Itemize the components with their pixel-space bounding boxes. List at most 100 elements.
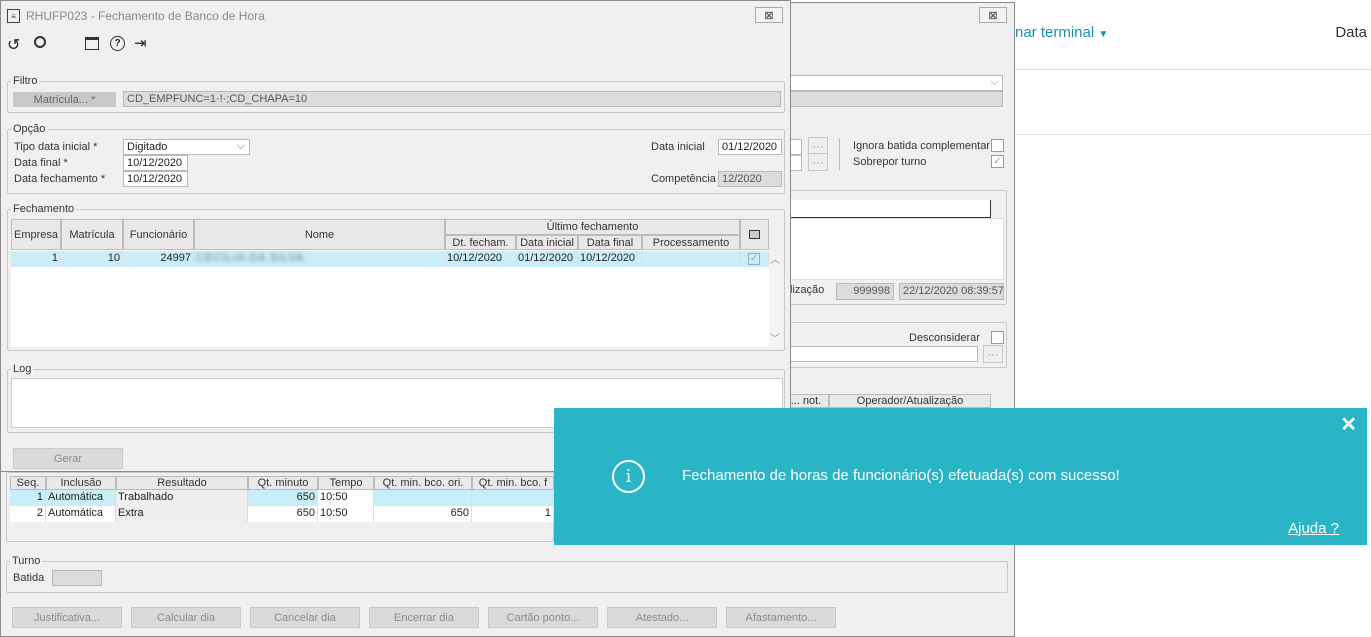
data-menu[interactable]: Data (1335, 24, 1367, 41)
nome-value: CECÍLIA DA SILVA (196, 252, 305, 264)
inclusao-header: Inclusão (46, 476, 116, 490)
cell-funcionario: 24997 (123, 251, 194, 267)
qt-min-bco-ori-header: Qt. min. bco. ori. (374, 476, 472, 490)
tipo-data-value: Digitado (127, 141, 168, 153)
title-bar: ≡ RHUFP023 - Fechamento de Banco de Hora (1, 1, 790, 31)
square-icon (749, 230, 760, 239)
ultimo-fechamento-header: Último fechamento (445, 219, 740, 235)
success-toast: ✕ i Fechamento de horas de funcionário(s… (554, 408, 1367, 545)
encerrar-dia-button[interactable]: Encerrar dia (369, 607, 479, 628)
seq-header: Seq. (10, 476, 46, 490)
close-icon[interactable]: ✕ (1340, 412, 1357, 437)
matricula-header: Matrícula (61, 219, 123, 250)
document-icon: ≡ (7, 9, 20, 23)
gerar-button[interactable]: Gerar (13, 448, 123, 469)
tempo-header: Tempo (318, 476, 374, 490)
bg-input (790, 91, 1003, 107)
data-final-label: Data final * (14, 157, 68, 169)
cell-checkbox[interactable]: ✓ (740, 251, 769, 267)
cell-data-final: 10/12/2020 (578, 251, 642, 267)
batida-label: Batida (13, 572, 45, 584)
data-final-field[interactable]: 10/12/2020 (123, 155, 188, 171)
cell-data-inicial: 01/12/2020 (516, 251, 578, 267)
cell: 2 (10, 506, 46, 522)
qt-minuto-header: Qt. minuto (248, 476, 318, 490)
cell: 650 (248, 506, 318, 522)
chevron-down-icon: ⌵ (990, 76, 999, 88)
cell: 10:50 (318, 506, 374, 522)
cell: 1 (472, 506, 554, 522)
desconsiderar-checkbox[interactable] (991, 331, 1004, 344)
bg-date-2[interactable] (790, 155, 802, 171)
afastamento-button[interactable]: Afastamento... (726, 607, 836, 628)
cell-empresa: 1 (11, 251, 61, 267)
competencia-label: Competência (651, 173, 716, 185)
bg-date-1[interactable] (790, 139, 802, 155)
background-close-button[interactable]: ⊠ (979, 7, 1007, 23)
divider (1015, 134, 1371, 135)
exit-icon[interactable]: ⇥ (134, 34, 147, 52)
help-link[interactable]: Ajuda ? (1288, 520, 1339, 537)
cancelar-dia-button[interactable]: Cancelar dia (250, 607, 360, 628)
cell-nome: CECÍLIA DA SILVA (194, 251, 445, 267)
window-title: RHUFP023 - Fechamento de Banco de Hora (26, 9, 265, 23)
sobrepor-checkbox[interactable]: ✓ (991, 155, 1004, 168)
cell-matricula: 10 (61, 251, 123, 267)
calendar-icon[interactable] (85, 37, 99, 50)
bg-select[interactable]: ⌵ (790, 75, 1003, 91)
bg-textarea[interactable] (790, 218, 1004, 280)
toast-message: Fechamento de horas de funcionário(s) ef… (682, 467, 1120, 484)
cell-dt-fecham: 10/12/2020 (445, 251, 516, 267)
dt-fecham-header: Dt. fecham. (445, 235, 516, 250)
data-inicial-field[interactable]: 01/12/2020 (718, 139, 782, 155)
help-icon[interactable]: ? (110, 36, 125, 51)
toolbar: ↺ ? ⇥ (7, 35, 207, 55)
data-inicial-label: Data inicial (651, 141, 705, 153)
bg-input-2[interactable] (790, 346, 978, 362)
nome-header: Nome (194, 219, 445, 250)
terminal-menu[interactable]: nar terminal ▼ (1015, 24, 1108, 41)
cell: 650 (374, 506, 472, 522)
cell: Automática (46, 490, 116, 506)
qt-min-bco-f-header: Qt. min. bco. f (472, 476, 554, 490)
check-icon: ✓ (748, 253, 760, 265)
log-legend: Log (13, 363, 32, 375)
empresa-header: Empresa (11, 219, 61, 250)
divider (839, 138, 840, 170)
info-icon: i (612, 460, 645, 493)
processamento-header: Processamento (642, 235, 740, 250)
opcao-legend: Opção (13, 123, 46, 135)
ignora-label: Ignora batida complementar (853, 140, 990, 152)
col-operador-header: Operador/Atualização (829, 394, 991, 408)
data-inicial-header: Data inicial (516, 235, 578, 250)
search-icon[interactable] (34, 36, 46, 48)
lookup-button[interactable]: ⋯ (808, 153, 828, 171)
select-all-header[interactable] (740, 219, 769, 250)
data-fechamento-label: Data fechamento * (14, 173, 106, 185)
close-button[interactable]: ⊠ (755, 7, 783, 23)
matricula-button[interactable]: Matrícula... * (13, 92, 116, 107)
funcionario-header: Funcionário (123, 219, 194, 250)
chevron-down-icon: ⌵ (236, 140, 245, 152)
tipo-data-select[interactable]: Digitado ⌵ (123, 139, 250, 155)
fechamento-legend: Fechamento (13, 203, 75, 215)
desconsiderar-label: Desconsiderar (909, 332, 980, 344)
cell: 650 (248, 490, 318, 506)
justificativa-button[interactable]: Justificativa... (12, 607, 122, 628)
cell: Extra (116, 506, 248, 522)
ignora-checkbox[interactable] (991, 139, 1004, 152)
batida-field (52, 570, 102, 586)
atestado-button[interactable]: Atestado... (607, 607, 717, 628)
lookup-button[interactable]: ⋯ (983, 345, 1003, 363)
cartao-ponto-button[interactable]: Cartão ponto... (488, 607, 598, 628)
vertical-scrollbar[interactable]: ︿ ﹀ (769, 251, 781, 347)
calcular-dia-button[interactable]: Calcular dia (131, 607, 241, 628)
competencia-field: 12/2020 (718, 171, 782, 187)
caret-down-icon: ▼ (1098, 29, 1109, 40)
operador-field: 999998 (836, 283, 894, 300)
rhufp023-dialog: ≡ RHUFP023 - Fechamento de Banco de Hora… (0, 0, 791, 472)
cell (374, 490, 472, 506)
undo-icon[interactable]: ↺ (7, 35, 20, 55)
data-fechamento-field[interactable]: 10/12/2020 (123, 171, 188, 187)
filtro-legend: Filtro (13, 75, 38, 87)
